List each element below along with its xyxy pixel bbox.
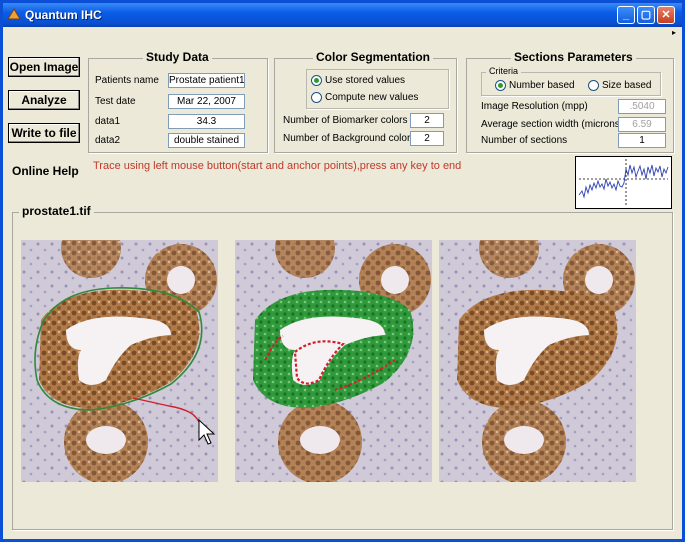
write-to-file-button[interactable]: Write to file	[8, 123, 80, 143]
resolution-field: .5040	[618, 99, 666, 114]
open-image-button[interactable]: Open Image	[8, 57, 80, 77]
maximize-icon[interactable]: ▢	[637, 6, 655, 24]
criteria-title: Criteria	[486, 66, 522, 76]
compute-new-values-radio[interactable]	[311, 92, 322, 103]
tissue-image-trace[interactable]	[21, 240, 218, 482]
image-filename-title: prostate1.tif	[19, 204, 94, 218]
online-help-label[interactable]: Online Help	[12, 164, 79, 178]
intensity-profile-plot	[575, 156, 672, 209]
patients-name-field[interactable]: Prostate patient1	[168, 73, 245, 88]
menu-arrow-icon[interactable]: ▸	[672, 28, 676, 37]
sections-parameters-title: Sections Parameters	[511, 50, 636, 64]
number-of-sections-label: Number of sections	[481, 135, 568, 146]
number-based-label[interactable]: Number based	[509, 80, 575, 91]
use-stored-values-radio[interactable]	[311, 75, 322, 86]
patients-name-label: Patients name	[95, 75, 159, 86]
minimize-icon[interactable]: _	[617, 6, 635, 24]
compute-new-values-label[interactable]: Compute new values	[325, 92, 418, 103]
title-bar: Quantum IHC _ ▢ ✕	[3, 3, 682, 27]
data1-field[interactable]: 34.3	[168, 114, 245, 129]
use-stored-values-label[interactable]: Use stored values	[325, 75, 405, 86]
trace-instruction-text: Trace using left mouse button(start and …	[93, 160, 462, 172]
biomarker-colors-label: Number of Biomarker colors	[283, 115, 408, 126]
resolution-label: Image Resolution (mpp)	[481, 101, 588, 112]
app-window: Quantum IHC _ ▢ ✕ ▸ Open Image Analyze W…	[0, 0, 685, 542]
study-data-title: Study Data	[143, 50, 212, 64]
test-date-field[interactable]: Mar 22, 2007	[168, 94, 245, 109]
matlab-app-icon	[7, 8, 21, 20]
data2-field[interactable]: double stained	[168, 133, 245, 148]
background-colors-field[interactable]: 2	[410, 131, 444, 146]
number-of-sections-field[interactable]: 1	[618, 133, 666, 148]
analyze-button[interactable]: Analyze	[8, 90, 80, 110]
tissue-image-original	[439, 240, 636, 482]
section-width-label: Average section width (microns)	[481, 119, 624, 130]
background-colors-label: Number of Background colors	[283, 133, 416, 144]
data2-label: data2	[95, 135, 121, 146]
data1-label: data1	[95, 116, 121, 127]
section-width-field: 6.59	[618, 117, 666, 132]
number-based-radio[interactable]	[495, 80, 506, 91]
tissue-image-segmented	[235, 240, 432, 482]
size-based-label[interactable]: Size based	[602, 80, 651, 91]
test-date-label: Test date	[95, 96, 136, 107]
biomarker-colors-field[interactable]: 2	[410, 113, 444, 128]
color-segmentation-title: Color Segmentation	[313, 50, 434, 64]
size-based-radio[interactable]	[588, 80, 599, 91]
window-title: Quantum IHC	[25, 8, 102, 22]
close-icon[interactable]: ✕	[657, 6, 675, 24]
